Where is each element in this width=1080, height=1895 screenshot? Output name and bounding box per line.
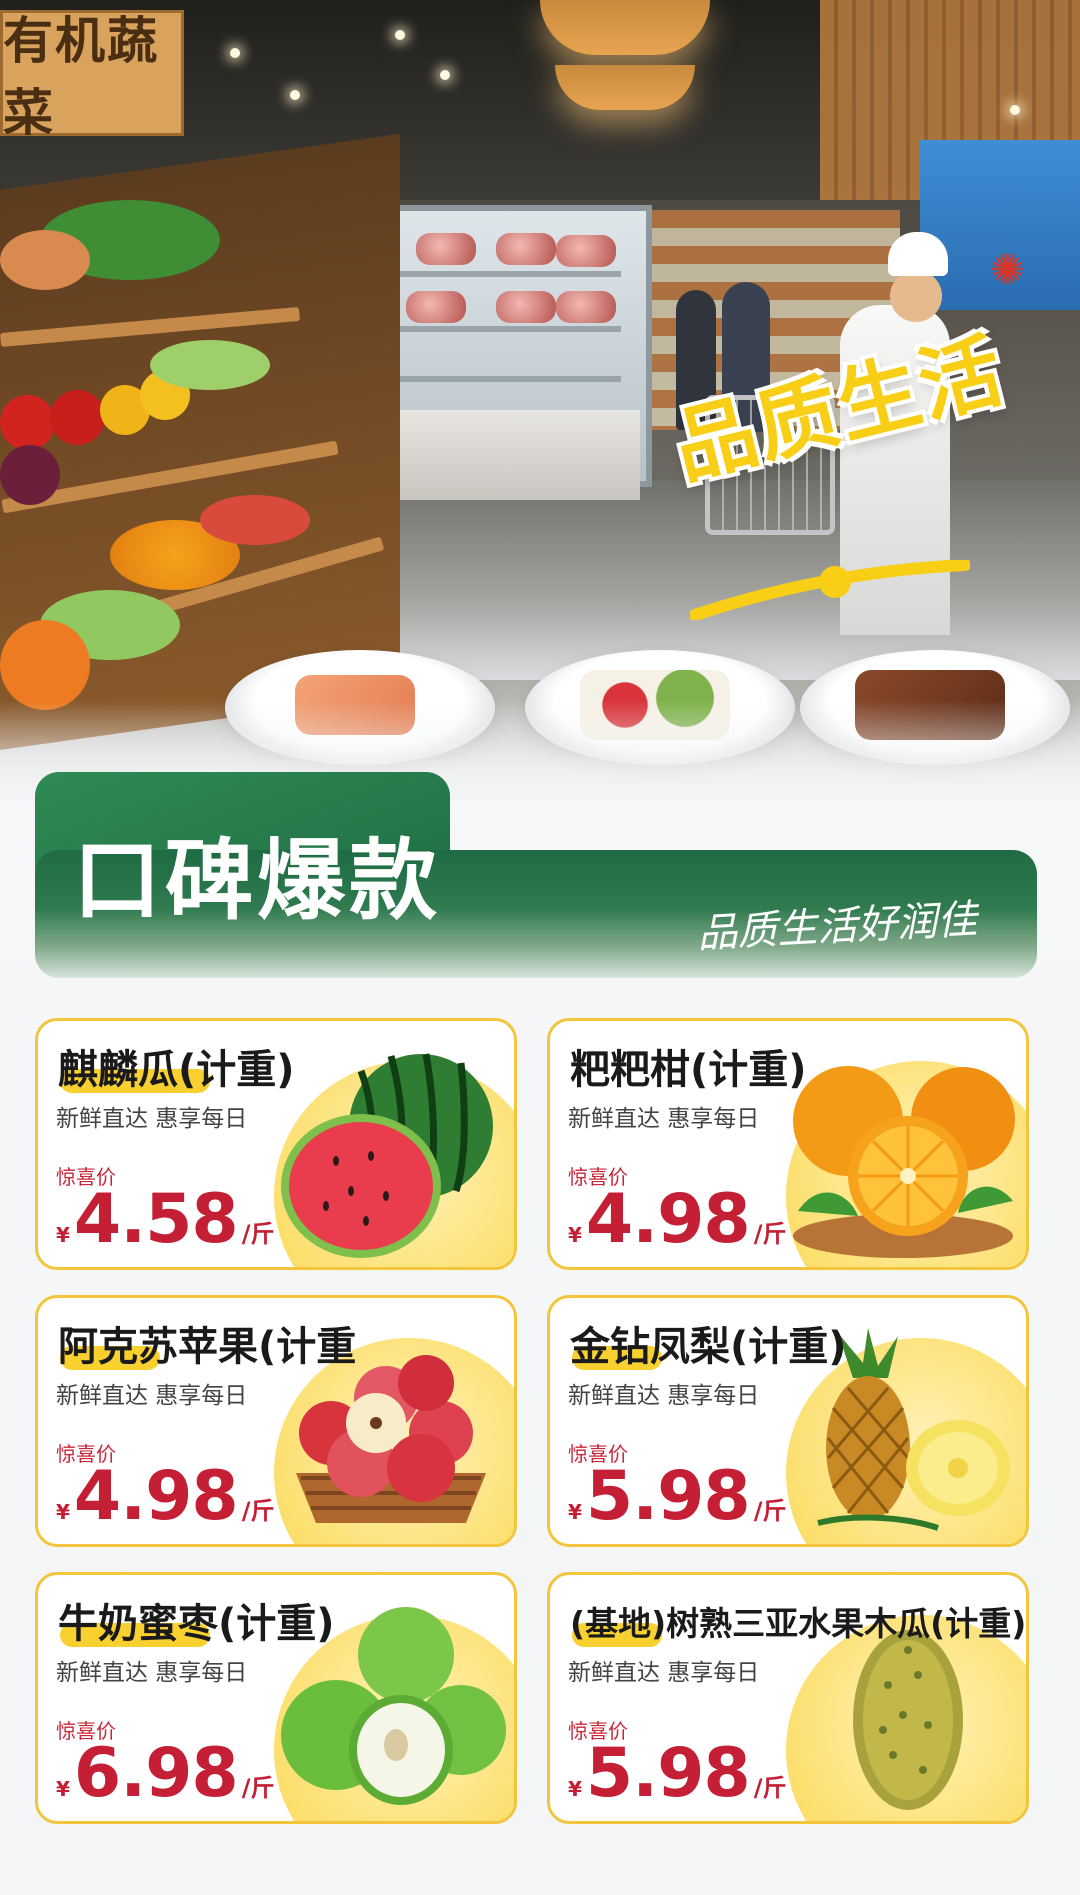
orange-icon xyxy=(793,1066,1015,1258)
spotlight xyxy=(290,90,300,100)
price-value: 4.98 xyxy=(585,1180,751,1259)
tomatoes-icon xyxy=(200,495,310,545)
chef-head xyxy=(890,270,942,322)
price-value: 5.98 xyxy=(585,1457,751,1536)
price-value: 4.58 xyxy=(73,1180,239,1259)
red-pepper-icon xyxy=(0,395,55,450)
price-unit: /斤 xyxy=(241,1497,275,1525)
watermelon-icon xyxy=(281,1053,493,1258)
price: ¥ 4.58 /斤 xyxy=(56,1186,274,1254)
currency-symbol: ¥ xyxy=(568,1500,582,1524)
product-card[interactable]: 牛奶蜜枣(计重) 新鲜直达 惠享每日 惊喜价 ¥ 6.98 /斤 xyxy=(35,1572,517,1824)
currency-symbol: ¥ xyxy=(56,1777,70,1801)
price-unit: /斤 xyxy=(753,1497,787,1525)
celery-icon xyxy=(150,340,270,390)
red-pepper-icon xyxy=(50,390,105,445)
product-card[interactable]: 阿克苏苹果(计重 新鲜直达 惠享每日 惊喜价 ¥ 4.98 /斤 xyxy=(35,1295,517,1547)
price: ¥ 6.98 /斤 xyxy=(56,1740,274,1808)
spotlight xyxy=(230,48,240,58)
price-unit: /斤 xyxy=(241,1220,275,1248)
section-title: 口碑爆款 xyxy=(73,829,442,932)
product-tagline: 新鲜直达 惠享每日 xyxy=(56,1106,248,1132)
price-unit: /斤 xyxy=(241,1774,275,1802)
price: ¥ 4.98 /斤 xyxy=(568,1186,786,1254)
section-subtitle: 品质生活好润佳 xyxy=(696,896,979,958)
product-card[interactable]: 粑粑柑(计重) 新鲜直达 惠享每日 惊喜价 ¥ 4.98 /斤 xyxy=(547,1018,1029,1270)
price: ¥ 5.98 /斤 xyxy=(568,1463,786,1531)
price-unit: /斤 xyxy=(753,1774,787,1802)
product-tagline: 新鲜直达 惠享每日 xyxy=(56,1383,248,1409)
price-value: 6.98 xyxy=(73,1734,239,1813)
product-tagline: 新鲜直达 惠享每日 xyxy=(568,1383,760,1409)
spotlight xyxy=(440,70,450,80)
product-card[interactable]: (基地)树熟三亚水果木瓜(计重) 新鲜直达 惠享每日 惊喜价 ¥ 5.98 /斤 xyxy=(547,1572,1029,1824)
lobster-icon: ✺ xyxy=(989,245,1025,294)
carrot-icon xyxy=(0,620,90,710)
currency-symbol: ¥ xyxy=(568,1777,582,1801)
hero-banner: ✺ 有机蔬菜 品质生活 xyxy=(0,0,1080,800)
store-sign: 有机蔬菜 xyxy=(0,10,184,142)
price: ¥ 5.98 /斤 xyxy=(568,1740,786,1808)
product-tagline: 新鲜直达 惠享每日 xyxy=(568,1106,760,1132)
grapes-icon xyxy=(0,445,60,505)
product-name: 阿克苏苹果(计重 xyxy=(58,1324,357,1370)
product-tagline: 新鲜直达 惠享每日 xyxy=(56,1660,248,1686)
product-name: 金钻凤梨(计重) xyxy=(570,1324,847,1370)
spotlight xyxy=(1010,105,1020,115)
spotlight xyxy=(395,30,405,40)
price-unit: /斤 xyxy=(753,1220,787,1248)
product-name: 麒麟瓜(计重) xyxy=(58,1047,295,1093)
sweet-potato-icon xyxy=(0,230,90,290)
product-card[interactable]: 金钻凤梨(计重) 新鲜直达 惠享每日 惊喜价 ¥ 5.98 /斤 xyxy=(547,1295,1029,1547)
product-card[interactable]: 麒麟瓜(计重) 新鲜直达 惠享每日 惊喜价 ¥ 4.58 /斤 xyxy=(35,1018,517,1270)
price-value: 5.98 xyxy=(585,1734,751,1813)
product-name: 牛奶蜜枣(计重) xyxy=(58,1601,335,1647)
section-banner: 口碑爆款 品质生活好润佳 xyxy=(35,829,1037,978)
chef-hat-icon xyxy=(888,232,948,276)
currency-symbol: ¥ xyxy=(56,1223,70,1247)
product-tagline: 新鲜直达 惠享每日 xyxy=(568,1660,760,1686)
product-name: (基地)树熟三亚水果木瓜(计重) xyxy=(570,1604,1027,1643)
swoosh-decoration xyxy=(690,560,970,620)
currency-symbol: ¥ xyxy=(56,1500,70,1524)
price-value: 4.98 xyxy=(73,1457,239,1536)
currency-symbol: ¥ xyxy=(568,1223,582,1247)
product-name: 粑粑柑(计重) xyxy=(570,1047,807,1093)
price: ¥ 4.98 /斤 xyxy=(56,1463,274,1531)
